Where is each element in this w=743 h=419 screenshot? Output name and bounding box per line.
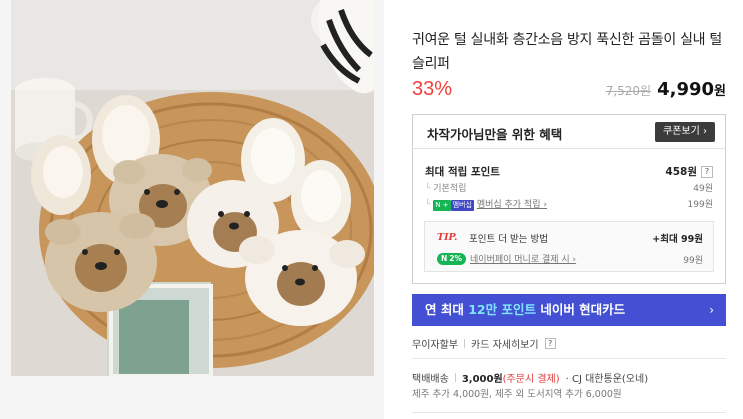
membership-points-label: └ N + 멤버십 멤버십 추가 적립 › — [425, 197, 547, 211]
divider — [464, 339, 465, 348]
max-points-value-wrap: 458원 ? — [665, 164, 713, 179]
benefit-title: 차작가아님만을 위한 혜택 — [427, 127, 563, 142]
card-banner-highlight: 12만 포인트 — [468, 302, 536, 317]
installment-label: 무이자할부 — [412, 340, 458, 351]
naverpay-money-link[interactable]: 네이버페이 머니로 결제 시 › — [470, 252, 576, 265]
tip-max-points: +최대 99원 — [652, 234, 703, 245]
shipping-extra-fee: 제주 추가 4,000원, 제주 외 도서지역 추가 6,000원 — [412, 389, 622, 400]
help-icon[interactable]: ? — [544, 338, 556, 349]
basic-points-label: └ 기본적립 — [425, 181, 466, 194]
product-info-panel: 귀여운 털 실내화 층간소음 방지 푹신한 곰돌이 실내 털 슬리퍼 33% 7… — [412, 0, 743, 419]
benefit-header: 차작가아님만을 위한 혜택 쿠폰보기 › — [413, 115, 725, 149]
discount-rate: 33% — [412, 78, 453, 100]
sale-price: 4,990원 — [657, 79, 726, 100]
tip-box: TIP. 포인트 더 받는 방법 +최대 99원 N 2% 네이버페이 머니로 결… — [424, 221, 714, 272]
divider — [412, 358, 726, 359]
max-points-value: 458원 — [665, 166, 697, 178]
membership-link[interactable]: 멤버십 추가 적립 › — [477, 200, 547, 210]
product-photo — [11, 0, 374, 376]
chevron-right-icon: › — [709, 303, 714, 317]
naverpay-points-value: 99원 — [683, 256, 703, 266]
sale-price-number: 4,990 — [657, 79, 715, 100]
naverpay-percent: 2% — [449, 254, 463, 263]
naverpay-row: N 2% 네이버페이 머니로 결제 시 › — [437, 252, 576, 265]
membership-points-value: 199원 — [687, 200, 713, 210]
basic-points-text: 기본적립 — [433, 184, 467, 194]
shipping-row: 택배배송 3,000원(주문시 결제) · CJ 대한통운(오네) — [412, 370, 648, 385]
naver-plus-badge: N + — [433, 200, 451, 211]
naverpay-percent-badge: N 2% — [437, 252, 467, 265]
sale-price-unit: 원 — [714, 84, 726, 99]
naverpay-n-icon: N — [441, 254, 448, 263]
divider — [412, 412, 726, 413]
shipping-pay-note: (주문시 결제) — [502, 374, 560, 385]
shipping-price-wrap: 3,000원(주문시 결제) — [462, 370, 560, 385]
basic-points-value: 49원 — [693, 184, 713, 194]
product-image[interactable] — [11, 0, 374, 376]
hyundai-card-banner[interactable]: 연 최대 12만 포인트 네이버 현대카드 › — [412, 294, 726, 326]
membership-badge: 멤버십 — [450, 200, 474, 211]
coupon-view-button[interactable]: 쿠폰보기 › — [655, 122, 715, 142]
card-detail-link[interactable]: 카드 자세히보기 — [471, 336, 539, 351]
elbow-icon: └ — [425, 200, 434, 210]
tip-mark: TIP. — [437, 232, 458, 243]
help-icon[interactable]: ? — [701, 165, 713, 178]
shipping-label: 택배배송 — [412, 374, 449, 385]
benefit-box: 차작가아님만을 위한 혜택 쿠폰보기 › 최대 적립 포인트 458원 ? └ … — [412, 114, 726, 284]
shipping-price: 3,000원 — [461, 374, 503, 385]
card-banner-suffix: 네이버 현대카드 — [535, 302, 626, 317]
original-price: 7,520원 — [605, 84, 652, 98]
card-banner-prefix: 연 최대 — [425, 302, 469, 317]
price-box: 7,520원 4,990원 — [606, 79, 726, 100]
divider — [454, 373, 456, 382]
tip-text: 포인트 더 받는 방법 — [469, 234, 548, 245]
max-points-label: 최대 적립 포인트 — [425, 166, 500, 178]
product-title: 귀여운 털 실내화 층간소음 방지 푹신한 곰돌이 실내 털 슬리퍼 — [412, 32, 722, 72]
payment-row: 무이자할부 카드 자세히보기 ? — [412, 336, 556, 351]
shipping-carrier: · CJ 대한통운(오네) — [565, 374, 649, 385]
